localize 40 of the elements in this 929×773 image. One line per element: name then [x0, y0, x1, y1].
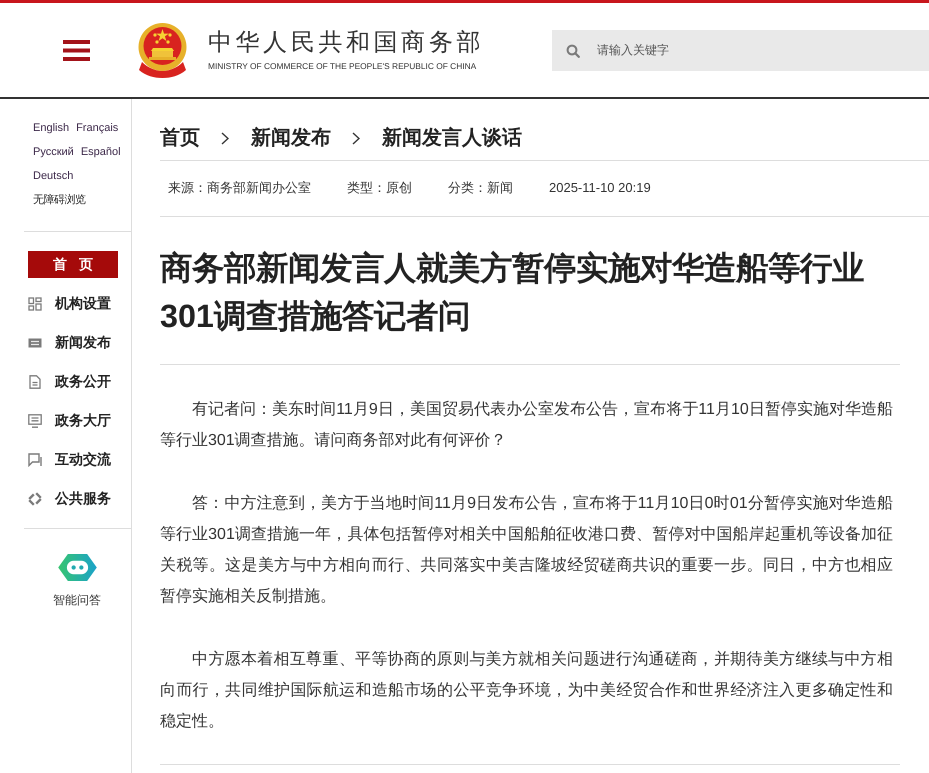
- search-icon[interactable]: [566, 44, 580, 58]
- nav-item[interactable]: 公共服务: [55, 490, 111, 508]
- nav-item[interactable]: 机构设置: [55, 294, 111, 312]
- language-link[interactable]: Deutsch: [33, 164, 74, 188]
- breadcrumb-link[interactable]: 新闻发布: [251, 125, 331, 151]
- nav-item[interactable]: 首 页: [28, 251, 118, 278]
- language-link[interactable]: Русский: [33, 140, 74, 164]
- site-title: 中华人民共和国商务部: [208, 28, 484, 58]
- nav-item[interactable]: 互动交流: [55, 450, 111, 468]
- language-link[interactable]: Español: [80, 140, 121, 164]
- breadcrumb-link[interactable]: 新闻发言人谈话: [382, 125, 522, 151]
- assistant-link[interactable]: 智能问答: [53, 592, 101, 608]
- article-paragraph: 有记者问：美东时间11月9日，美国贸易代表办公室发布公告，宣布将于11月10日暂停实施对华造船等行业301调查措施。请问商务部对此有何评价？: [160, 400, 893, 451]
- nav-item[interactable]: 新闻发布: [55, 334, 111, 352]
- grid-icon: [28, 296, 42, 310]
- source-text: 来源：商务部新闻办公室: [168, 178, 311, 196]
- diamond-arrows-icon: [28, 492, 42, 506]
- nav-item[interactable]: 政务公开: [55, 372, 111, 390]
- site-subtitle: MINISTRY OF COMMERCE OF THE PEOPLE'S REPUBLIC OF CHINA: [208, 60, 478, 72]
- nav-item[interactable]: 政务大厅: [55, 412, 111, 430]
- chat-icon: [28, 452, 42, 466]
- chevron-icon: [221, 132, 229, 144]
- article-title: 商务部新闻发言人就美方暂停实施对华造船等行业301调查措施答记者问: [160, 217, 900, 365]
- language-link[interactable]: English: [33, 116, 70, 140]
- date-text: 2025-11-10 20:19: [549, 180, 651, 195]
- search-field[interactable]: 请输入关键字: [552, 30, 929, 70]
- menu-icon[interactable]: [63, 40, 90, 60]
- category-text: 分类：新闻: [448, 178, 513, 196]
- article-paragraph: 中方愿本着相互尊重、平等协商的原则与美方就相关问题进行沟通磋商，并期待美方继续与中方相向而行，共同维护国际航运和造船市场的公平竞争环境，为中美经贸合作和世界经济注入更多确定性和稳定性。: [160, 650, 893, 732]
- accessibility-link[interactable]: 无障碍浏览: [33, 188, 86, 212]
- robot-icon[interactable]: [58, 554, 96, 581]
- monitor-icon: [28, 414, 42, 428]
- breadcrumb-link[interactable]: 首页: [160, 125, 200, 151]
- emblem-icon: [136, 22, 189, 78]
- chevron-icon: [352, 132, 360, 144]
- card-icon: [28, 336, 42, 350]
- document-icon: [28, 374, 42, 388]
- type-text: 类型：原创: [347, 178, 412, 196]
- article-paragraph: 答：中方注意到，美方于当地时间11月9日发布公告，宣布将于11月10日0时01分暂停实施对华造船等行业301调查措施一年，具体包括暂停对相关中国船舶征收港口费、暂停对中国船岸起重机等设备加征关税等。这是美方与中方相向而行、共同落实中美吉隆坡经贸磋商共识的重要一步。同日，中方也相应暂停实施相关反制措施。: [160, 494, 893, 607]
- language-link[interactable]: Français: [76, 116, 118, 140]
